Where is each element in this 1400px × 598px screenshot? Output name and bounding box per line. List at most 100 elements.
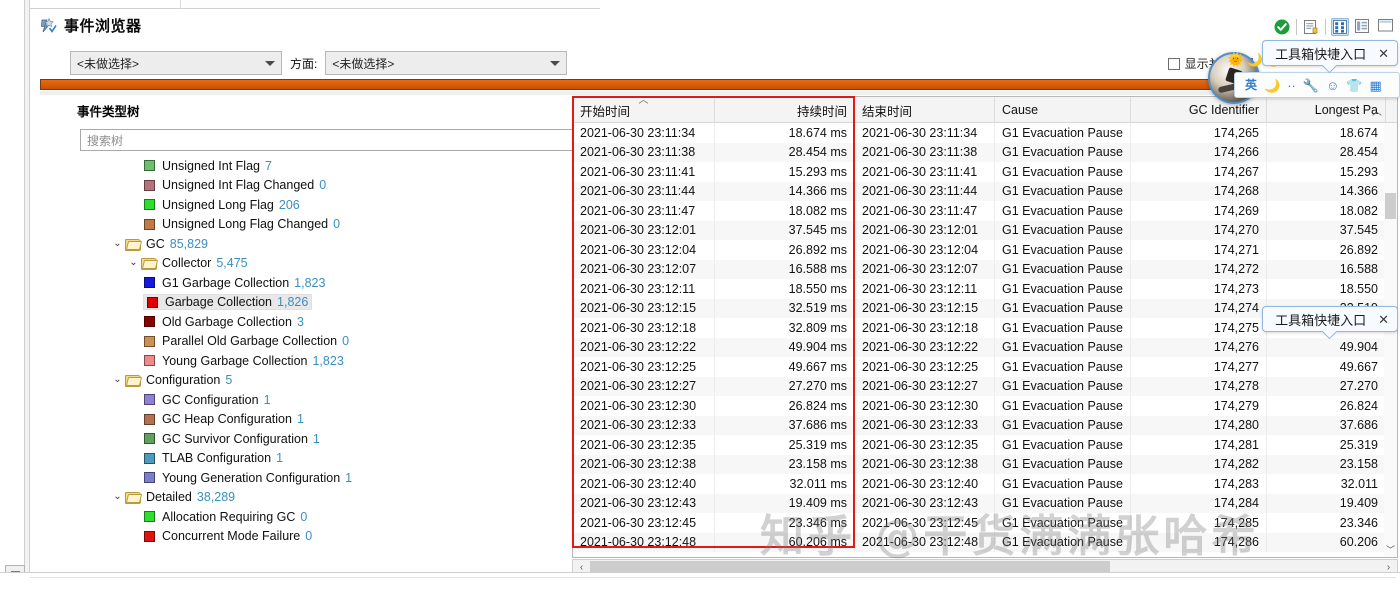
- table-row[interactable]: 2021-06-30 23:11:4414.366 ms2021-06-30 2…: [573, 182, 1397, 202]
- chevron-down-icon[interactable]: ⌄: [112, 239, 123, 249]
- tree-node[interactable]: Concurrent Mode Failure0: [80, 527, 590, 543]
- list-view-icon[interactable]: [1354, 18, 1372, 36]
- panel-view-icon[interactable]: [1377, 18, 1395, 36]
- column-header-label: 开始时间: [580, 101, 630, 120]
- folder-icon: [125, 238, 140, 250]
- table-cell-end: 2021-06-30 23:12:40: [855, 474, 995, 494]
- column-header-start[interactable]: 开始时间︿: [573, 97, 715, 123]
- tree-node[interactable]: GC Heap Configuration1: [80, 410, 590, 430]
- table-cell-duration: 32.011 ms: [715, 474, 855, 494]
- smiley-icon[interactable]: ☺: [1326, 79, 1339, 92]
- tree-node[interactable]: Young Generation Configuration1: [80, 468, 590, 488]
- table-row[interactable]: 2021-06-30 23:12:0137.545 ms2021-06-30 2…: [573, 221, 1397, 241]
- aspect-dropdown[interactable]: <未做选择>: [325, 51, 567, 75]
- wrench-icon[interactable]: 🔧: [1303, 79, 1319, 92]
- timeline-range-bar[interactable]: [40, 79, 1392, 90]
- table-row[interactable]: 2021-06-30 23:11:4718.082 ms2021-06-30 2…: [573, 201, 1397, 221]
- column-header-end[interactable]: 结束时间: [855, 97, 995, 123]
- table-row[interactable]: 2021-06-30 23:12:1118.550 ms2021-06-30 2…: [573, 279, 1397, 299]
- table-row[interactable]: 2021-06-30 23:11:4115.293 ms2021-06-30 2…: [573, 162, 1397, 182]
- table-row[interactable]: 2021-06-30 23:12:3823.158 ms2021-06-30 2…: [573, 455, 1397, 475]
- tab-strip-right[interactable]: [180, 0, 600, 9]
- table-cell-start: 2021-06-30 23:12:30: [573, 396, 715, 416]
- column-header-gcid[interactable]: GC Identifier: [1131, 97, 1267, 123]
- table-row[interactable]: 2021-06-30 23:12:4860.206 ms2021-06-30 2…: [573, 533, 1397, 553]
- table-row[interactable]: 2021-06-30 23:12:4319.409 ms2021-06-30 2…: [573, 494, 1397, 514]
- settings-page-icon[interactable]: [1302, 18, 1320, 36]
- skin-icon[interactable]: 👕: [1346, 79, 1362, 92]
- table-cell-end: 2021-06-30 23:12:38: [855, 455, 995, 475]
- tree-node[interactable]: Unsigned Long Flag206: [80, 195, 590, 215]
- table-row[interactable]: 2021-06-30 23:12:0426.892 ms2021-06-30 2…: [573, 240, 1397, 260]
- chevron-down-icon[interactable]: ⌄: [128, 258, 139, 268]
- table-scrollbar-thumb[interactable]: [1385, 193, 1396, 219]
- tree-node[interactable]: ⌄Collector5,475: [80, 254, 590, 274]
- tree-node-inner: G1 Garbage Collection1,823: [144, 276, 325, 290]
- table-cell-duration: 26.892 ms: [715, 240, 855, 260]
- events-table-body[interactable]: 2021-06-30 23:11:3418.674 ms2021-06-30 2…: [573, 123, 1397, 557]
- tree-node[interactable]: GC Survivor Configuration1: [80, 429, 590, 449]
- table-row[interactable]: 2021-06-30 23:11:3418.674 ms2021-06-30 2…: [573, 123, 1397, 143]
- close-icon[interactable]: ✕: [1378, 47, 1389, 60]
- close-icon[interactable]: ✕: [1378, 313, 1389, 326]
- tab-strip-left[interactable]: [30, 0, 180, 9]
- table-cell-start: 2021-06-30 23:12:38: [573, 455, 715, 475]
- tree-node[interactable]: TLAB Configuration1: [80, 449, 590, 469]
- event-type-tree[interactable]: Unsigned Int Flag7Unsigned Int Flag Chan…: [80, 156, 590, 542]
- table-scroll-down-icon[interactable]: ﹀: [1384, 544, 1397, 557]
- table-cell-start: 2021-06-30 23:12:27: [573, 377, 715, 397]
- table-cell-gcid: 174,285: [1131, 513, 1267, 533]
- table-row[interactable]: 2021-06-30 23:12:4032.011 ms2021-06-30 2…: [573, 474, 1397, 494]
- table-row[interactable]: 2021-06-30 23:11:3828.454 ms2021-06-30 2…: [573, 143, 1397, 163]
- grid-view-icon[interactable]: [1331, 18, 1349, 36]
- ime-mode-label[interactable]: 英: [1245, 79, 1257, 91]
- table-row[interactable]: 2021-06-30 23:12:4523.346 ms2021-06-30 2…: [573, 513, 1397, 533]
- tree-node[interactable]: Garbage Collection1,826: [80, 293, 590, 313]
- tree-node[interactable]: ⌄GC85,829: [80, 234, 590, 254]
- table-row[interactable]: 2021-06-30 23:12:2549.667 ms2021-06-30 2…: [573, 357, 1397, 377]
- column-header-longest[interactable]: Longest Pa︿: [1267, 97, 1386, 123]
- tree-node[interactable]: GC Configuration1: [80, 390, 590, 410]
- toolbox-tooltip-bottom[interactable]: 工具箱快捷入口 ✕: [1262, 306, 1398, 332]
- tree-node-count: 0: [300, 510, 307, 524]
- tree-node[interactable]: Young Garbage Collection1,823: [80, 351, 590, 371]
- column-header-cause[interactable]: Cause: [995, 97, 1131, 123]
- table-vertical-scrollbar[interactable]: ﹀: [1384, 123, 1397, 557]
- chevron-down-icon[interactable]: ⌄: [112, 375, 123, 385]
- tree-node[interactable]: Parallel Old Garbage Collection0: [80, 332, 590, 352]
- table-cell-longest: 60.206: [1267, 533, 1386, 553]
- table-cell-cause: G1 Evacuation Pause: [995, 240, 1131, 260]
- selection-dropdown[interactable]: <未做选择>: [70, 51, 282, 75]
- tree-node[interactable]: Unsigned Int Flag7: [80, 156, 590, 176]
- scroll-up-icon[interactable]: ︿: [1372, 103, 1382, 118]
- table-row[interactable]: 2021-06-30 23:12:3026.824 ms2021-06-30 2…: [573, 396, 1397, 416]
- check-ok-icon[interactable]: [1273, 18, 1291, 36]
- column-header-duration[interactable]: 持续时间: [715, 97, 855, 123]
- tree-node[interactable]: G1 Garbage Collection1,823: [80, 273, 590, 293]
- tree-search-input[interactable]: 搜索树: [80, 129, 590, 151]
- show-concurrent-checkbox[interactable]: [1168, 58, 1180, 70]
- table-row[interactable]: 2021-06-30 23:12:2727.270 ms2021-06-30 2…: [573, 377, 1397, 397]
- toolbox-icon[interactable]: ▦: [1370, 79, 1382, 92]
- chevron-down-icon[interactable]: ⌄: [112, 492, 123, 502]
- ime-toolbar[interactable]: 英 🌙 ·· 🔧 ☺ 👕 ▦: [1234, 72, 1400, 98]
- table-row[interactable]: 2021-06-30 23:12:0716.588 ms2021-06-30 2…: [573, 260, 1397, 280]
- table-cell-start: 2021-06-30 23:12:07: [573, 260, 715, 280]
- tree-node[interactable]: Unsigned Int Flag Changed0: [80, 176, 590, 196]
- table-row[interactable]: 2021-06-30 23:12:3525.319 ms2021-06-30 2…: [573, 435, 1397, 455]
- tree-node[interactable]: Unsigned Long Flag Changed0: [80, 215, 590, 235]
- table-row[interactable]: 2021-06-30 23:12:2249.904 ms2021-06-30 2…: [573, 338, 1397, 358]
- event-browser-icon: [40, 17, 57, 34]
- tree-node[interactable]: Old Garbage Collection3: [80, 312, 590, 332]
- keyboard-icon[interactable]: ··: [1287, 79, 1296, 92]
- table-cell-cause: G1 Evacuation Pause: [995, 182, 1131, 202]
- table-row[interactable]: 2021-06-30 23:12:3337.686 ms2021-06-30 2…: [573, 416, 1397, 436]
- tree-node[interactable]: ⌄Detailed38,289: [80, 488, 590, 508]
- tree-node[interactable]: Allocation Requiring GC0: [80, 507, 590, 527]
- table-cell-longest: 26.824: [1267, 396, 1386, 416]
- moon-icon[interactable]: 🌙: [1264, 79, 1280, 92]
- table-cell-end: 2021-06-30 23:12:04: [855, 240, 995, 260]
- toolbox-tooltip-top[interactable]: 工具箱快捷入口 ✕: [1262, 40, 1398, 66]
- table-cell-end: 2021-06-30 23:11:34: [855, 123, 995, 143]
- tree-node[interactable]: ⌄Configuration5: [80, 371, 590, 391]
